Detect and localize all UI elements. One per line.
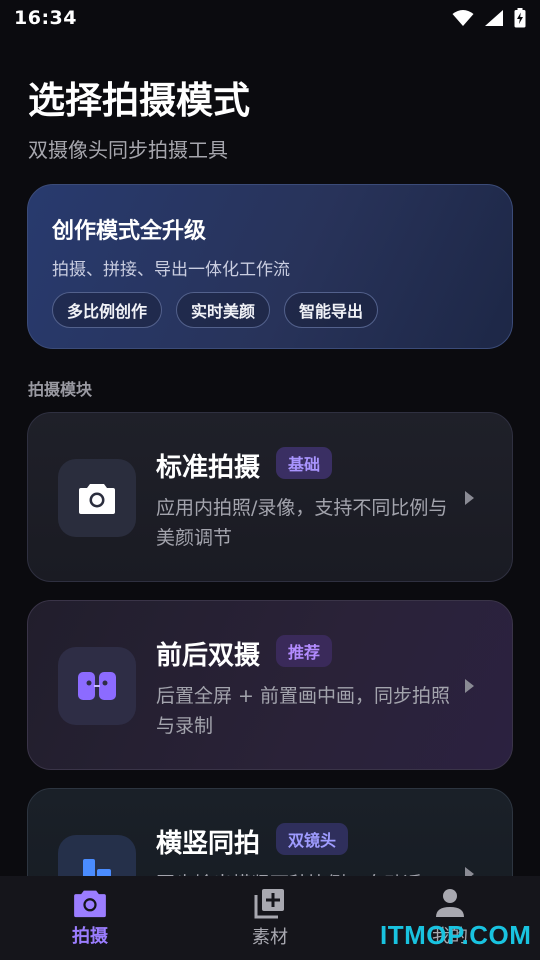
battery-charging-icon (514, 8, 526, 28)
chip-smart-export[interactable]: 智能导出 (284, 292, 379, 328)
mode-icon-box (58, 647, 136, 725)
chip-multi-ratio[interactable]: 多比例创作 (52, 292, 163, 328)
chip-beauty[interactable]: 实时美颜 (176, 292, 271, 328)
camera-icon (74, 890, 106, 918)
section-label: 拍摄模块 (28, 380, 93, 399)
status-icons (452, 8, 526, 28)
chevron-right-icon (465, 679, 474, 693)
mode-name: 标准拍摄 (156, 453, 261, 483)
chevron-right-icon (465, 491, 474, 505)
camera-icon (79, 484, 115, 514)
page-title: 选择拍摄模式 (28, 79, 250, 122)
mode-card-standard[interactable]: 标准拍摄 基础 应用内拍照/录像，支持不同比例与美颜调节 (27, 412, 513, 582)
status-bar: 16:34 (0, 0, 540, 36)
mode-description: 应用内拍照/录像，支持不同比例与美颜调节 (156, 497, 448, 549)
promo-subtitle: 拍摄、拼接、导出一体化工作流 (52, 260, 290, 280)
mode-name: 横竖同拍 (156, 829, 261, 859)
mode-icon-box (58, 459, 136, 537)
promo-title: 创作模式全升级 (52, 219, 207, 244)
nav-item-shoot[interactable]: 拍摄 (0, 876, 180, 960)
mode-description: 后置全屏 + 前置画中画，同步拍照与录制 (156, 685, 450, 737)
mode-badge: 基础 (276, 447, 333, 479)
person-icon (436, 889, 464, 917)
watermark-logo: ITMOP.COM (380, 920, 532, 950)
page-subtitle: 双摄像头同步拍摄工具 (28, 138, 228, 162)
status-time: 16:34 (14, 7, 77, 29)
add-library-icon (254, 889, 284, 919)
signal-icon (485, 10, 503, 26)
mode-badge: 双镜头 (276, 823, 349, 855)
dual-camera-icon (78, 672, 116, 700)
mode-card-dual[interactable]: 前后双摄 推荐 后置全屏 + 前置画中画，同步拍照与录制 (27, 600, 513, 770)
promo-card[interactable]: 创作模式全升级 拍摄、拼接、导出一体化工作流 多比例创作 实时美颜 智能导出 (27, 184, 513, 349)
wifi-icon (452, 10, 474, 26)
nav-item-materials[interactable]: 素材 (180, 876, 360, 960)
mode-name: 前后双摄 (156, 641, 261, 671)
mode-badge: 推荐 (276, 635, 333, 667)
nav-label: 素材 (252, 927, 288, 948)
promo-chips: 多比例创作 实时美颜 智能导出 (52, 292, 379, 328)
nav-label: 拍摄 (72, 926, 108, 947)
